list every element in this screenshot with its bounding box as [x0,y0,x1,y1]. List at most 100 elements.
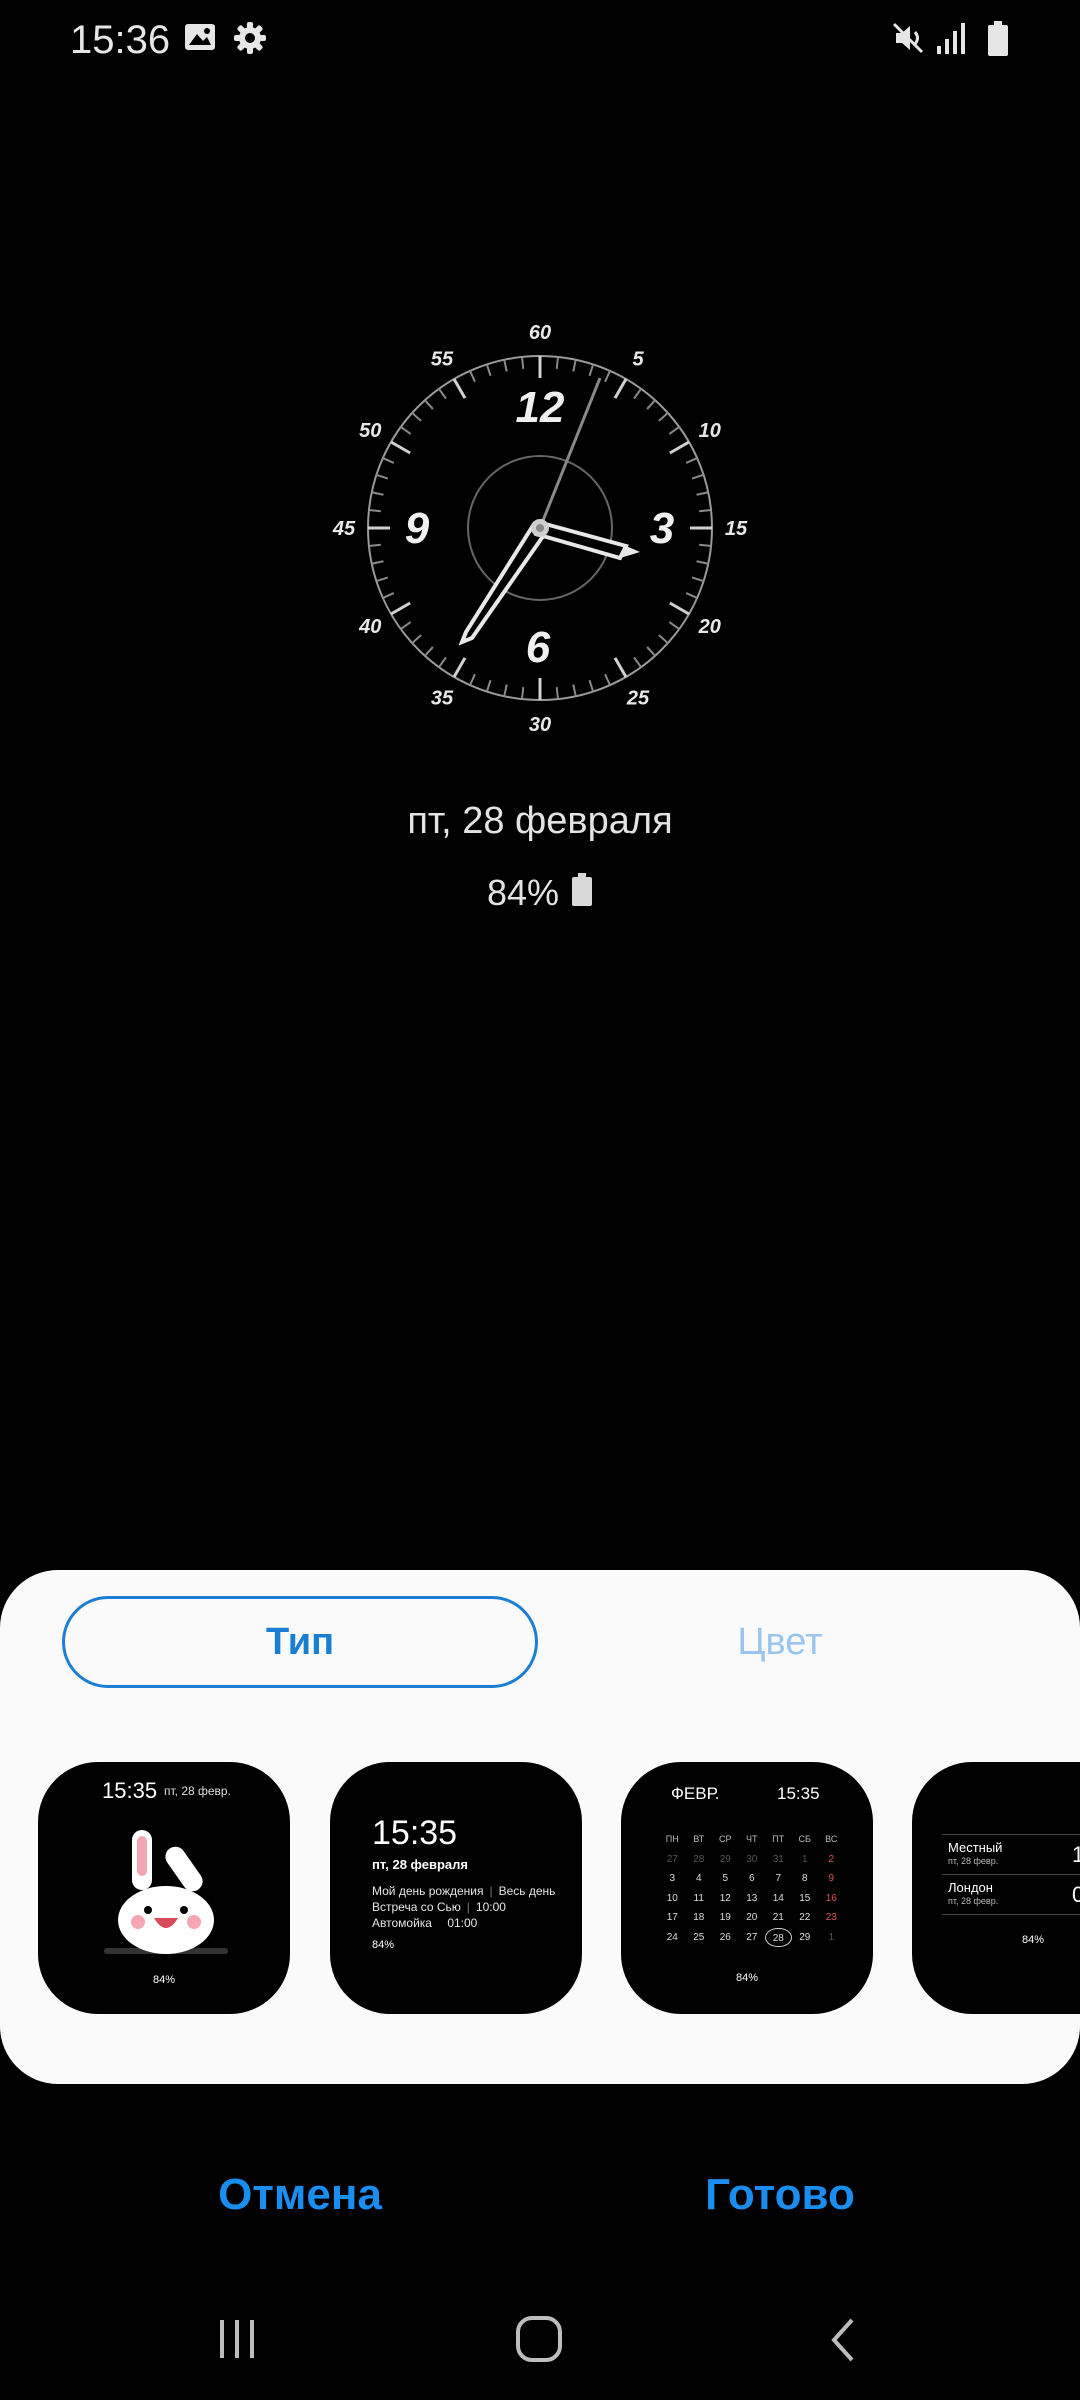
clock-tick [521,687,525,700]
minute-label: 20 [698,616,721,638]
calendar-day: 18 [693,1912,705,1923]
card-battery: 84% [152,1974,176,1986]
cancel-button[interactable]: Отмена [30,2170,570,2220]
calendar-day: 3 [669,1873,676,1884]
calendar-day: 2 [828,1853,835,1865]
clock-tick [452,657,467,678]
clock-tick [400,621,412,630]
clock-tick [633,388,642,400]
event-item: Встреча со Сью | 10:00 [372,1900,506,1914]
calendar-day: 6 [748,1873,755,1884]
clock-style-world-clock[interactable]: Местный пт, 28 февр. 1 Лондон пт, 28 фев… [912,1762,1080,2014]
calendar-day: 27 [666,1853,678,1865]
clock-tick [555,687,559,700]
clock-tick [696,491,709,496]
calendar-weekday: СР [718,1834,732,1844]
hour-label-3: 3 [650,504,674,553]
calendar-day: 9 [828,1873,835,1884]
clock-tick [452,378,467,399]
clock-style-list[interactable]: 15:35 пт, 28 февр. 84% 15:35 пт, 28 февр… [0,1762,1080,2014]
card-time: 15:35 [372,1814,458,1852]
card-date: пт, 28 февр. [164,1784,231,1798]
calendar-day: 8 [801,1873,808,1884]
battery-icon [986,20,1010,63]
calendar-day: 25 [693,1931,705,1943]
clock-tick [371,491,384,496]
clock-style-events[interactable]: 15:35 пт, 28 февраля Мой день рождения | В… [330,1762,582,2014]
hour-label-12: 12 [516,383,565,432]
clock-tick [382,592,395,599]
clock-tick [503,359,508,372]
clock-tick [669,601,690,616]
clock-tick [685,457,698,464]
back-icon[interactable] [820,2312,864,2373]
calendar-day: 29 [719,1853,731,1865]
status-bar: 15:36 [0,0,1080,88]
calendar-weekday: ПН [665,1834,679,1844]
clock-tick [438,656,447,668]
mini-calendar: ПН ВТ СР ЧТ ПТ СБ ВС 27 28 29 30 31 1 2 3 4 5 6 7 8 9 10 11 12… [659,1830,845,1947]
city-date: пт, 28 февр. [948,1856,999,1866]
calendar-weekday: ВТ [693,1834,705,1844]
clock-tick [371,560,384,565]
calendar-day: 28 [693,1853,705,1865]
clock-tick [646,399,656,410]
calendar-day: 30 [746,1853,758,1865]
card-month: ФЕВР. [671,1784,720,1803]
calendar-day: 23 [825,1912,837,1923]
calendar-day: 1 [801,1853,808,1865]
clock-tick [588,364,595,377]
calendar-day: 28 [765,1927,792,1947]
calendar-day: 14 [772,1892,784,1904]
calendar-day: 10 [666,1892,678,1904]
signal-icon [935,20,969,61]
clock-tick [400,426,412,435]
home-icon[interactable] [512,2312,568,2373]
clock-tick [572,359,577,372]
card-time: 15:35 [102,1778,158,1803]
card-time: 15:35 [777,1784,820,1803]
calendar-day: 31 [772,1853,784,1865]
tab-color[interactable]: Цвет [542,1596,1018,1688]
navigation-bar [0,2290,1080,2400]
clock-tick [572,684,577,697]
hour-label-9: 9 [405,504,430,553]
card-date: пт, 28 февраля [372,1857,468,1872]
clock-tick [668,621,680,630]
clock-tick [691,576,704,583]
calendar-day: 21 [772,1912,784,1923]
done-button[interactable]: Готово [510,2170,1050,2220]
clock-tick [469,370,476,383]
hour-label-6: 6 [526,623,551,672]
clock-style-calendar[interactable]: ФЕВР. 15:35 ПН ВТ СР ЧТ ПТ СБ ВС 27 28 29 30 31 1 2 3… [621,1762,873,2014]
clock-tick [390,601,411,616]
calendar-day: 4 [695,1873,702,1884]
calendar-day: 22 [799,1912,811,1923]
calendar-day: 26 [719,1931,731,1943]
tab-type[interactable]: Тип [62,1596,538,1688]
clock-tick [669,440,690,455]
status-time: 15:36 [70,18,171,62]
clock-tick [390,440,411,455]
bunny-illustration [104,1830,228,1954]
city-time: 1 [1072,1842,1080,1867]
clock-tick [658,634,669,644]
minute-label: 55 [431,348,454,370]
minute-label: 50 [359,420,381,442]
minute-label: 45 [332,518,356,540]
event-item: Мой день рождения | Весь день [372,1884,556,1898]
clock-tick [382,457,395,464]
battery-percent: 84% [486,872,560,913]
clock-tick [376,576,389,583]
battery-icon [571,873,593,916]
lock-battery: 84% [0,872,1080,916]
recent-apps-icon[interactable] [212,2312,262,2373]
minute-label: 5 [632,348,644,370]
clock-tick [685,592,698,599]
clock-tick [424,399,434,410]
calendar-day: 29 [799,1931,811,1943]
minute-label: 15 [725,518,748,540]
lock-date: пт, 28 февраля [407,800,673,842]
clock-style-bunny[interactable]: 15:35 пт, 28 февр. 84% [38,1762,290,2014]
city-label: Лондон [948,1880,993,1895]
